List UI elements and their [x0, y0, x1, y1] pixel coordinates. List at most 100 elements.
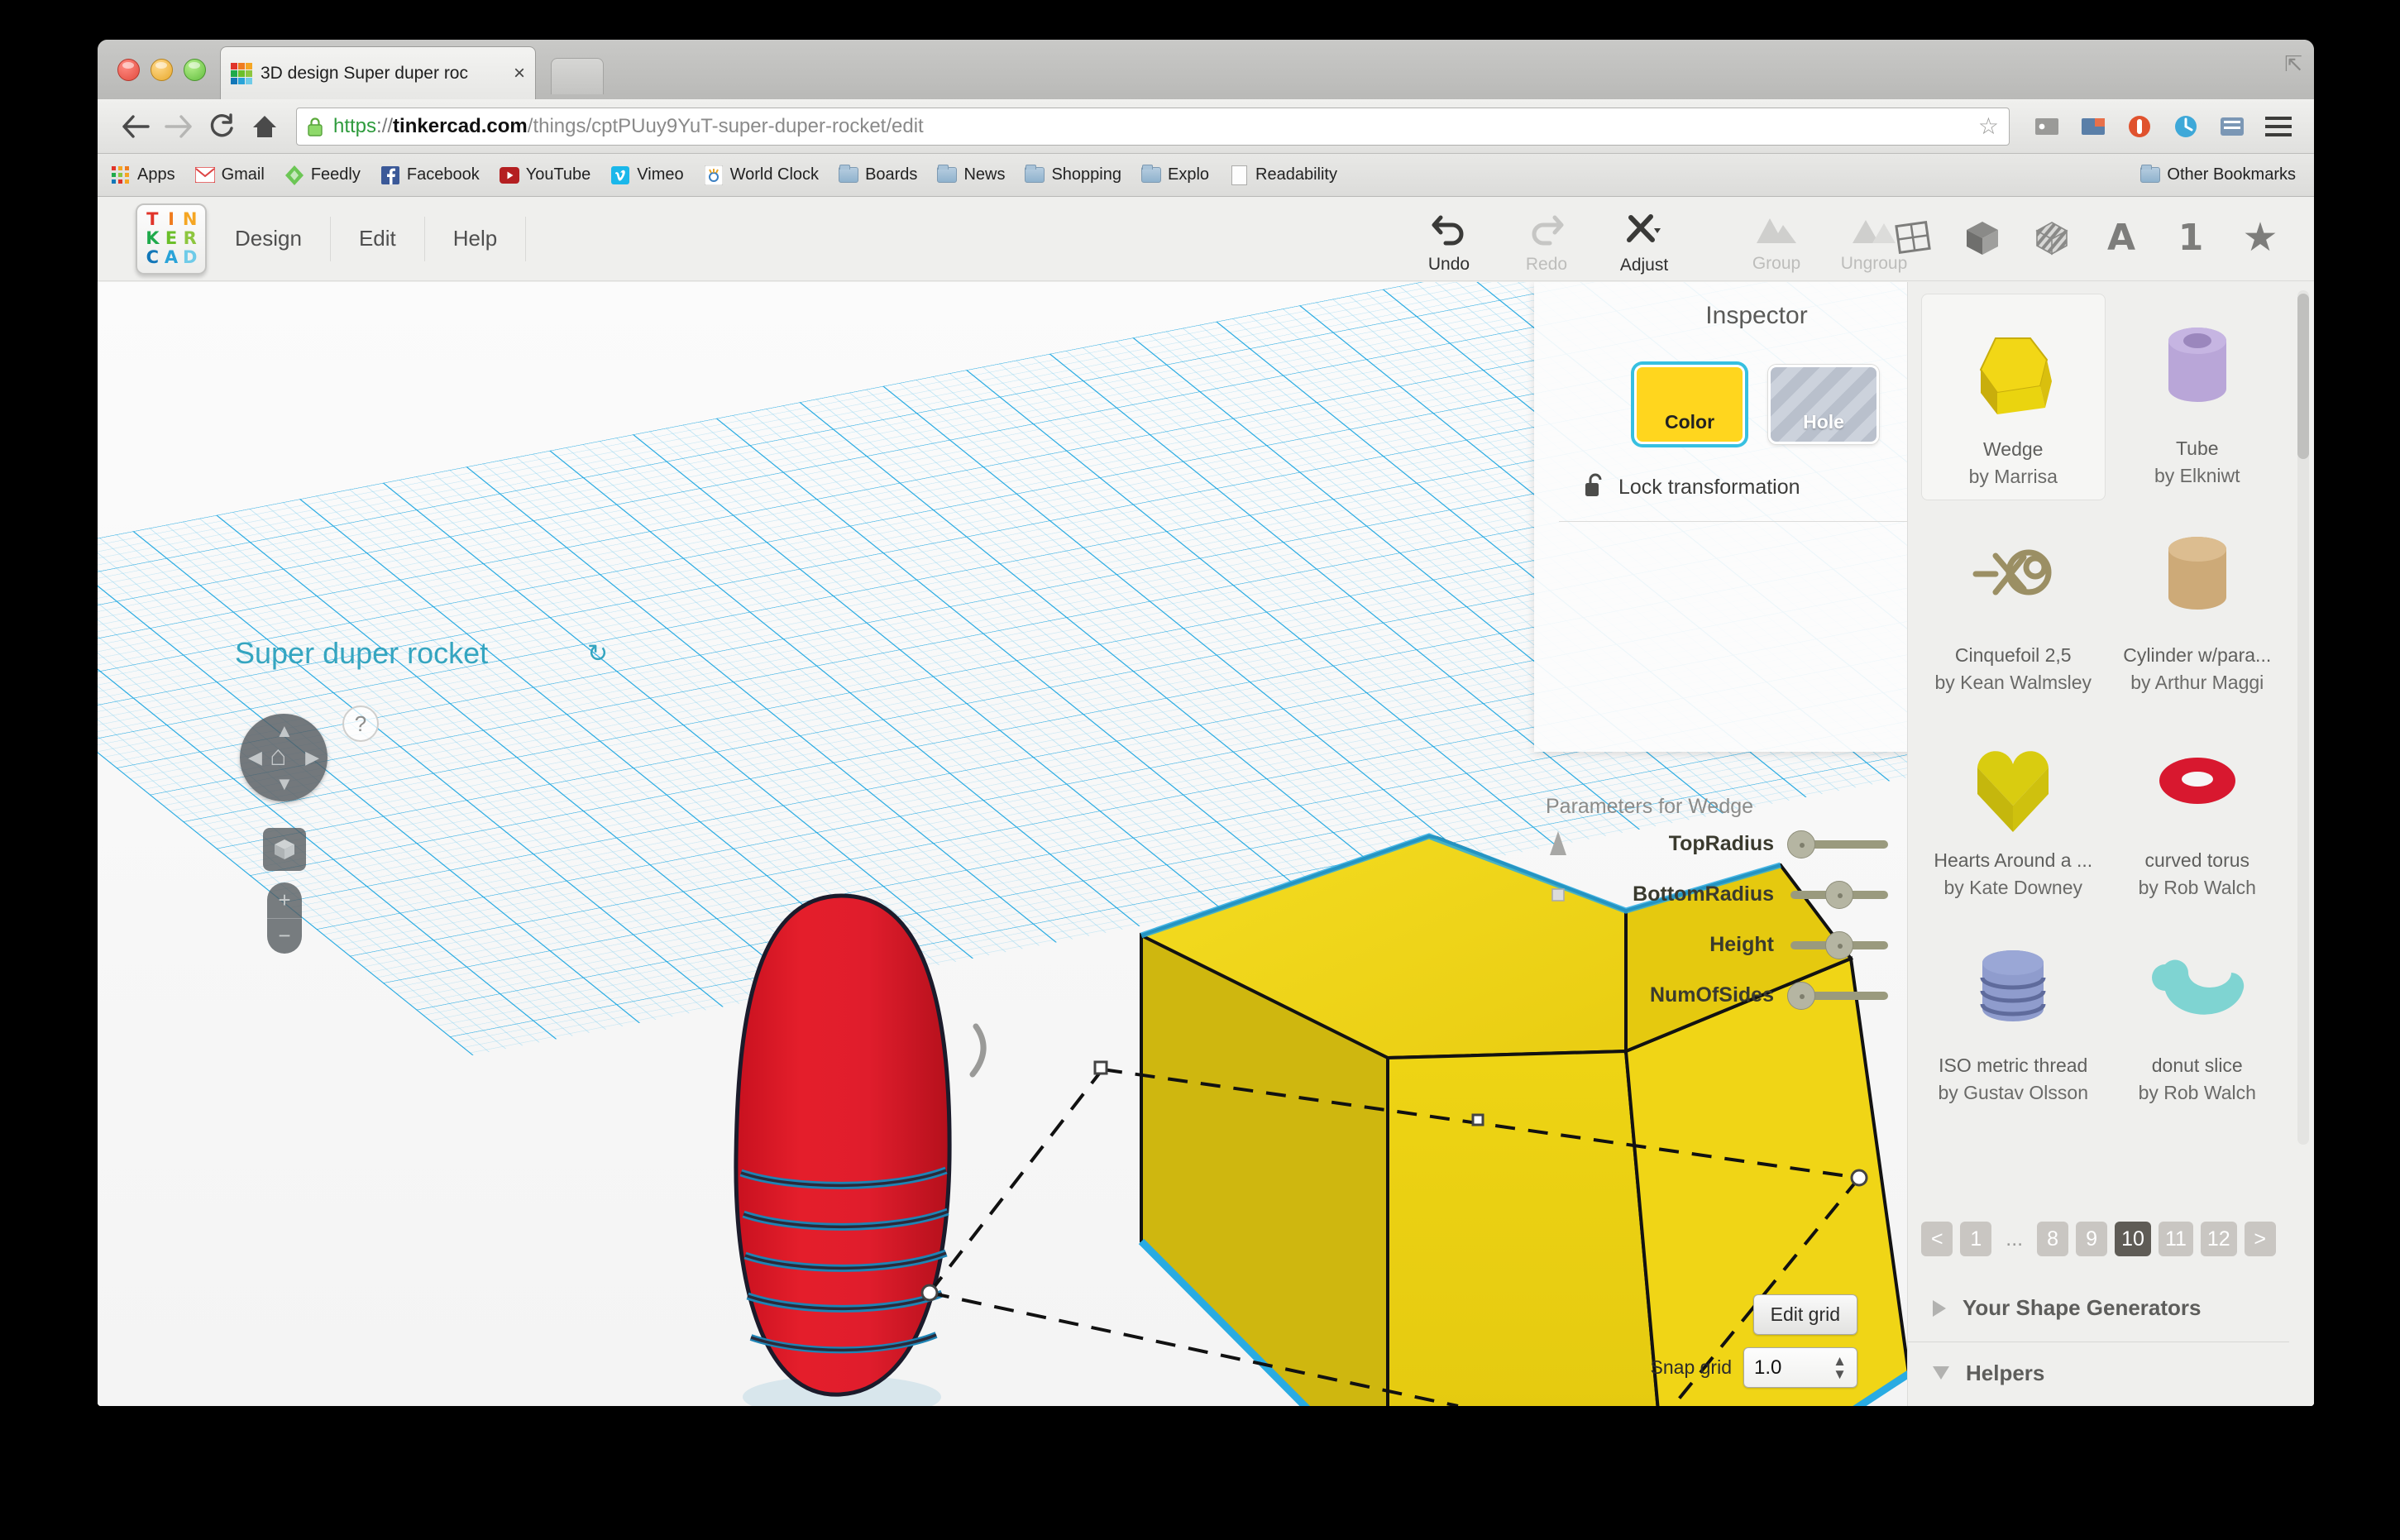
other-bookmarks-folder[interactable]: Other Bookmarks [2140, 165, 2296, 185]
bookmark-explo[interactable]: Explo [1141, 165, 1209, 185]
workplane-grid-icon[interactable] [1891, 215, 1935, 260]
param-slider[interactable] [1790, 891, 1888, 899]
param-slider[interactable] [1790, 941, 1888, 949]
shape-card-curved-torus[interactable]: curved torus by Rob Walch [2106, 705, 2290, 911]
bookmark-label: News [963, 165, 1005, 184]
text-letter-a-icon[interactable]: A [2099, 215, 2144, 260]
hole-swatch-button[interactable]: Hole [1768, 365, 1879, 444]
bookmark-gmail[interactable]: Gmail [195, 165, 265, 185]
snap-grid-select[interactable]: 1.0 ▲▼ [1743, 1347, 1857, 1388]
bookmark-news[interactable]: News [937, 165, 1005, 185]
page-9-button[interactable]: 9 [2076, 1222, 2107, 1256]
page-next-button[interactable]: > [2245, 1222, 2276, 1256]
redo-button[interactable]: Redo [1498, 210, 1595, 275]
bookmark-boards[interactable]: Boards [839, 165, 917, 185]
home-view-icon[interactable]: ⌂ [270, 742, 287, 770]
sync-icon[interactable]: ↻ [587, 639, 608, 668]
shape-name: curved torus [2111, 849, 2285, 872]
pan-up-icon[interactable]: ▲ [275, 722, 294, 740]
shape-card-cylinder[interactable]: Cylinder w/para... by Arthur Maggi [2106, 500, 2290, 705]
3d-canvas[interactable]: Super duper rocket ↻ ▲ ▼ ◀ ▶ ⌂ ? + − Edi… [98, 282, 1907, 1406]
page-1-button[interactable]: 1 [1960, 1222, 1991, 1256]
shape-card-cinquefoil[interactable]: Cinquefoil 2,5 by Kean Walmsley [1921, 500, 2106, 705]
zoom-out-button[interactable]: − [267, 919, 302, 954]
page-8-button[interactable]: 8 [2037, 1222, 2068, 1256]
undo-button[interactable]: Undo [1400, 210, 1498, 275]
url-path: /things/cptPUuy9YuT-super-duper-rocket/e… [528, 115, 924, 137]
window-maximize-button[interactable] [184, 59, 206, 81]
window-close-button[interactable] [117, 59, 140, 81]
page-prev-button[interactable]: < [1921, 1222, 1953, 1256]
shape-card-tube[interactable]: Tube by Elkniwt [2106, 294, 2290, 500]
facebook-icon [380, 165, 400, 185]
fit-view-cube-icon[interactable] [263, 828, 306, 871]
browser-menu-button[interactable] [2259, 109, 2297, 144]
design-title[interactable]: Super duper rocket [235, 636, 488, 671]
bookmark-vimeo[interactable]: Vimeo [610, 165, 683, 185]
home-button[interactable] [243, 108, 286, 146]
param-slider[interactable] [1790, 840, 1888, 849]
section-helpers[interactable]: Helpers [1908, 1344, 2289, 1402]
color-swatch-button[interactable]: Color [1634, 365, 1745, 444]
menu-design[interactable]: Design [207, 217, 331, 261]
lock-transformation-row[interactable]: Lock transformation [1584, 472, 1907, 503]
number-one-icon[interactable]: 1 [2168, 215, 2213, 260]
bookmark-shopping[interactable]: Shopping [1025, 165, 1121, 185]
bookmark-youtube[interactable]: YouTube [500, 165, 591, 185]
menu-help[interactable]: Help [425, 217, 526, 261]
back-button[interactable] [114, 108, 157, 146]
bookmark-facebook[interactable]: Facebook [380, 165, 480, 185]
window-minimize-button[interactable] [151, 59, 173, 81]
star-favorite-icon[interactable]: ★ [2238, 215, 2283, 260]
page-12-button[interactable]: 12 [2201, 1222, 2237, 1256]
menu-edit[interactable]: Edit [331, 217, 425, 261]
tinkercad-logo[interactable]: T I N K E R C A D [136, 203, 207, 275]
zoom-controls[interactable]: + − [267, 882, 302, 954]
group-button[interactable]: Group [1728, 210, 1825, 275]
shape-name: Tube [2111, 438, 2285, 460]
canvas-help-icon[interactable]: ? [342, 705, 379, 742]
shape-card-wedge[interactable]: Wedge by Marrisa [1921, 294, 2106, 500]
adjust-button[interactable]: Adjust [1595, 210, 1693, 275]
extension-icon-1[interactable] [2028, 109, 2066, 144]
bookmark-feedly[interactable]: Feedly [284, 165, 361, 185]
window-resize-handle[interactable]: ⇱ [2284, 51, 2302, 77]
feedly-icon [284, 165, 304, 185]
address-bar[interactable]: https://tinkercad.com/things/cptPUuy9YuT… [296, 108, 2010, 146]
library-scrollbar-thumb[interactable] [2297, 294, 2309, 459]
param-slider[interactable] [1790, 992, 1888, 1000]
shape-name: donut slice [2111, 1055, 2285, 1077]
zoom-in-button[interactable]: + [267, 882, 302, 919]
page-11-button[interactable]: 11 [2159, 1222, 2193, 1256]
section-your-shape-generators[interactable]: Your Shape Generators [1908, 1275, 2289, 1342]
extension-icon-3[interactable] [2120, 109, 2159, 144]
shape-card-iso-thread[interactable]: ISO metric thread by Gustav Olsson [1921, 911, 2106, 1116]
shape-card-donut-slice[interactable]: donut slice by Rob Walch [2106, 911, 2290, 1116]
extension-icon-5[interactable] [2213, 109, 2251, 144]
vimeo-icon [610, 165, 630, 185]
new-tab-button[interactable] [551, 58, 604, 94]
view-navigation-pad[interactable]: ▲ ▼ ◀ ▶ ⌂ [240, 714, 327, 801]
shape-card-hearts[interactable]: Hearts Around a ... by Kate Downey [1921, 705, 2106, 911]
group-mountains-icon [1753, 212, 1800, 249]
logo-letter: N [183, 211, 198, 228]
extension-icon-2[interactable] [2074, 109, 2112, 144]
undo-arrow-icon [1429, 211, 1469, 250]
forward-button[interactable] [157, 108, 200, 146]
reload-button[interactable] [200, 108, 243, 146]
bookmark-star-icon[interactable]: ☆ [1970, 112, 1999, 140]
stepper-arrows-icon[interactable]: ▲▼ [1833, 1355, 1847, 1380]
browser-tab[interactable]: 3D design Super duper roc × [220, 46, 536, 99]
pan-right-icon[interactable]: ▶ [305, 748, 319, 767]
bookmark-apps[interactable]: Apps [111, 165, 175, 185]
bookmark-world-clock[interactable]: World Clock [704, 165, 819, 185]
bookmark-readability[interactable]: Readability [1229, 165, 1337, 185]
edit-grid-button[interactable]: Edit grid [1753, 1294, 1857, 1335]
page-10-button-current[interactable]: 10 [2115, 1222, 2151, 1256]
striped-cube-icon[interactable] [2029, 215, 2074, 260]
pan-down-icon[interactable]: ▼ [275, 775, 294, 793]
extension-icon-4[interactable] [2167, 109, 2205, 144]
solid-cube-icon[interactable] [1960, 215, 2005, 260]
tab-close-icon[interactable]: × [514, 64, 525, 84]
pan-left-icon[interactable]: ◀ [248, 748, 262, 767]
